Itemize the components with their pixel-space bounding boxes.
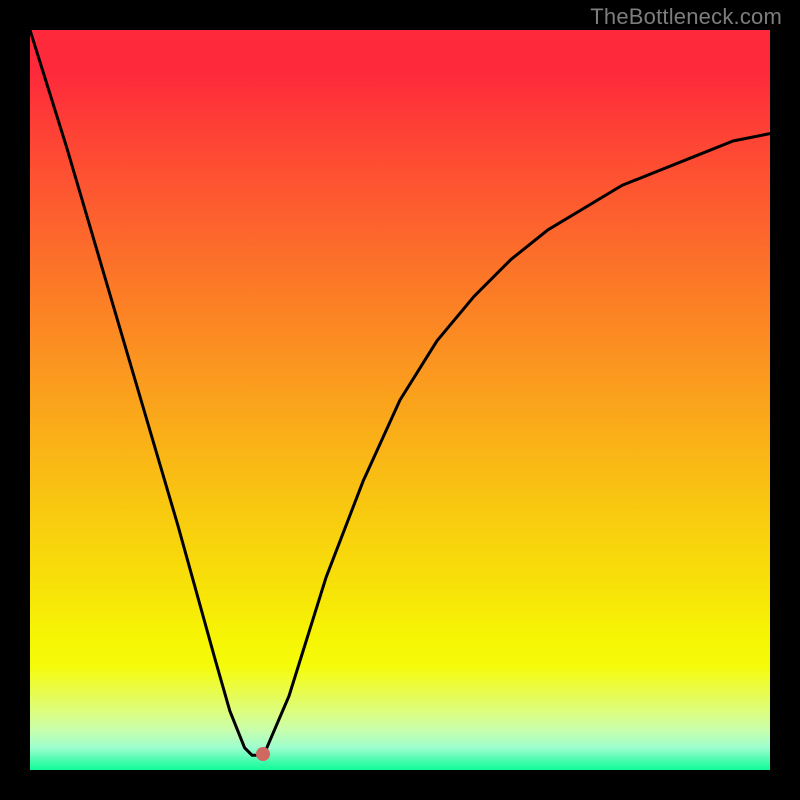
curve-svg: [30, 30, 770, 770]
minimum-marker-dot: [256, 747, 270, 761]
bottleneck-curve: [30, 30, 770, 755]
watermark-text: TheBottleneck.com: [590, 4, 782, 30]
plot-area: [30, 30, 770, 770]
chart-frame: TheBottleneck.com: [0, 0, 800, 800]
